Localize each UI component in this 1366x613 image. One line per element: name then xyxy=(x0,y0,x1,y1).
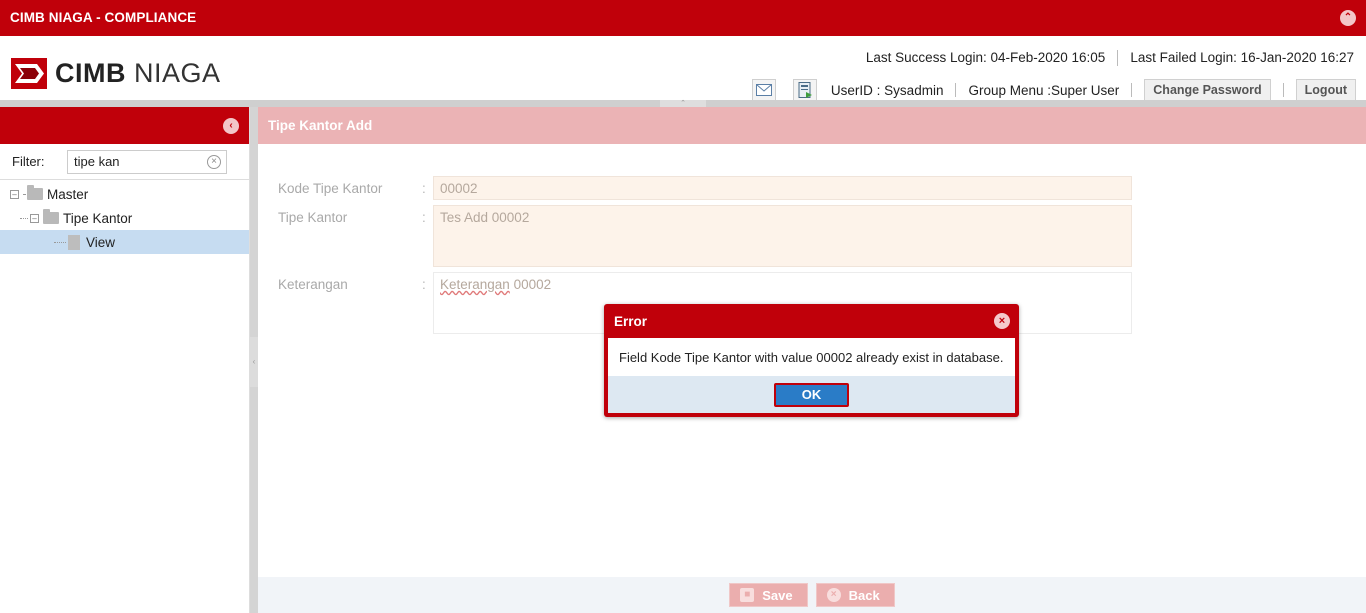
form-row-tipe: Tipe Kantor : xyxy=(278,210,434,225)
back-button[interactable]: × Back xyxy=(815,583,895,607)
close-icon[interactable]: × xyxy=(994,313,1010,329)
save-button[interactable]: ■ Save xyxy=(729,583,808,607)
collapse-header-handle[interactable]: ⌃ xyxy=(660,100,706,107)
logo-text-bold: CIMB xyxy=(55,57,126,88)
keterangan-value-word: Keterangan xyxy=(440,277,510,292)
app-title: CIMB NIAGA - COMPLIANCE xyxy=(10,10,197,25)
kode-tipe-kantor-input[interactable]: 00002 xyxy=(433,176,1132,200)
last-success-login: Last Success Login: 04-Feb-2020 16:05 xyxy=(865,50,1106,65)
tipe-label: Tipe Kantor xyxy=(278,210,348,225)
dialog-title: Error xyxy=(614,314,648,329)
divider xyxy=(1117,50,1119,66)
tree-connector xyxy=(54,241,66,243)
dialog-message: Field Kode Tipe Kantor with value 00002 … xyxy=(608,338,1015,376)
folder-icon xyxy=(27,185,43,200)
tree-connector xyxy=(20,217,28,219)
sidebar: ‹ Filter: tipe kan × – Master – Tipe Kan… xyxy=(0,107,250,613)
filter-value: tipe kan xyxy=(74,153,120,169)
dialog-header: Error × xyxy=(608,308,1015,338)
tipe-kantor-textarea[interactable]: Tes Add 00002 xyxy=(433,205,1132,267)
app-titlebar: CIMB NIAGA - COMPLIANCE ⌃ xyxy=(0,0,1366,36)
form-row-kode: Kode Tipe Kantor : xyxy=(278,181,434,196)
tree-item-label: Tipe Kantor xyxy=(63,210,133,226)
export-document-icon[interactable] xyxy=(792,79,817,101)
tipe-value: Tes Add 00002 xyxy=(440,210,530,225)
logo-text: CIMB NIAGA xyxy=(55,58,221,89)
tree-connector xyxy=(23,193,25,195)
collapse-left-icon[interactable]: ‹ xyxy=(223,118,239,134)
filter-label: Filter: xyxy=(12,154,45,169)
header-divider: ⌃ xyxy=(0,100,1366,107)
sidebar-splitter[interactable]: ‹ xyxy=(250,107,258,613)
cimb-logo-mark-icon xyxy=(11,57,47,89)
logo: CIMB NIAGA xyxy=(11,57,221,89)
kode-label: Kode Tipe Kantor xyxy=(278,181,383,196)
tree-item-label: Master xyxy=(47,186,89,202)
back-label: Back xyxy=(848,587,880,603)
dialog-footer: OK xyxy=(608,376,1015,413)
form-row-keterangan: Keterangan : xyxy=(278,277,434,292)
login-info: Last Success Login: 04-Feb-2020 16:05 La… xyxy=(866,50,1354,66)
collapse-minus-icon[interactable]: – xyxy=(30,213,39,223)
header: CIMB NIAGA Last Success Login: 04-Feb-20… xyxy=(0,36,1366,102)
error-dialog: Error × Field Kode Tipe Kantor with valu… xyxy=(604,304,1019,417)
tree-item-label: View xyxy=(86,234,116,250)
collapse-up-icon[interactable]: ⌃ xyxy=(1340,10,1356,26)
divider xyxy=(955,83,957,97)
filter-row: Filter: tipe kan × xyxy=(0,144,249,180)
form-footer: ■ Save × Back xyxy=(258,577,1366,613)
tree-item-view[interactable]: View xyxy=(0,230,249,254)
ok-button[interactable]: OK xyxy=(774,382,849,407)
logo-text-light: NIAGA xyxy=(134,57,221,88)
user-id: UserID : Sysadmin xyxy=(830,82,944,98)
keterangan-label: Keterangan xyxy=(278,277,348,292)
document-icon xyxy=(68,234,80,250)
mail-icon[interactable] xyxy=(751,79,776,101)
divider xyxy=(1282,83,1284,97)
folder-icon xyxy=(43,209,59,224)
group-menu: Group Menu :Super User xyxy=(968,82,1120,98)
change-password-button[interactable]: Change Password xyxy=(1144,78,1271,102)
kode-value: 00002 xyxy=(440,181,478,196)
logout-button[interactable]: Logout xyxy=(1295,78,1356,102)
save-label: Save xyxy=(762,587,793,603)
filter-input[interactable]: tipe kan × xyxy=(67,149,227,174)
page-title: Tipe Kantor Add xyxy=(258,107,1366,144)
splitter-handle[interactable]: ‹ xyxy=(250,337,258,387)
clear-icon[interactable]: × xyxy=(207,154,221,169)
keterangan-value-rest: 00002 xyxy=(509,277,552,292)
collapse-minus-icon[interactable]: – xyxy=(10,189,19,199)
last-failed-login: Last Failed Login: 16-Jan-2020 16:27 xyxy=(1130,50,1354,65)
tree-item-master[interactable]: – Master xyxy=(0,182,249,206)
divider xyxy=(1131,83,1133,97)
sidebar-header: ‹ xyxy=(0,107,249,144)
tree-item-tipe-kantor[interactable]: – Tipe Kantor xyxy=(0,206,249,230)
user-toolbar: UserID : Sysadmin Group Menu :Super User… xyxy=(751,78,1356,102)
cancel-icon: × xyxy=(826,588,841,602)
save-icon: ■ xyxy=(740,588,755,602)
